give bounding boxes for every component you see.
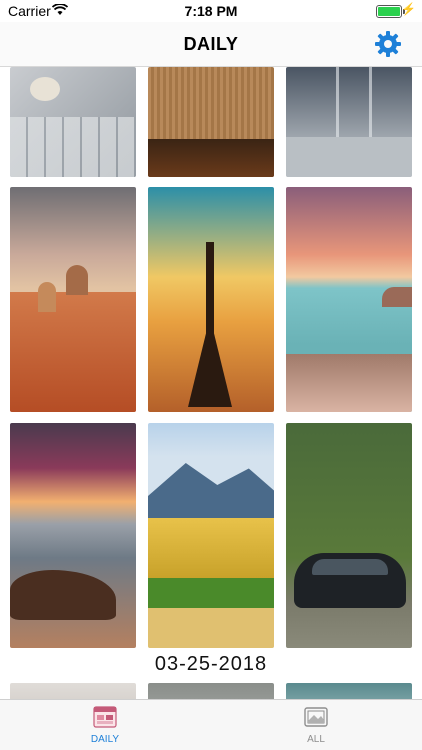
tab-bar: DAILY ALL	[0, 699, 422, 750]
battery-icon	[376, 5, 405, 18]
calendar-gallery-icon	[93, 706, 117, 728]
tab-all[interactable]: ALL	[256, 706, 376, 745]
photo-tile[interactable]	[10, 423, 136, 648]
photo-tile[interactable]	[10, 67, 136, 177]
tab-daily-label: DAILY	[90, 734, 120, 745]
gear-icon[interactable]	[374, 30, 402, 58]
photo-tile[interactable]	[286, 67, 412, 177]
page-title: DAILY	[183, 34, 239, 54]
tab-all-label: ALL	[307, 734, 325, 745]
photo-tile[interactable]	[148, 187, 274, 412]
photo-tile[interactable]	[148, 67, 274, 177]
date-label: 03-25-2018	[154, 653, 268, 675]
status-bar: Carrier 7:18 PM ⚡	[0, 0, 422, 22]
navigation-bar: DAILY	[0, 22, 422, 67]
photo-tile[interactable]	[148, 683, 274, 699]
photo-tile[interactable]	[286, 187, 412, 412]
clock: 7:18 PM	[184, 3, 238, 19]
photo-tile[interactable]	[286, 683, 412, 699]
photo-tile[interactable]	[10, 683, 136, 699]
photo-tile[interactable]	[10, 187, 136, 412]
photo-grid	[0, 67, 422, 699]
tab-daily[interactable]: DAILY	[45, 706, 165, 745]
photo-library-icon	[304, 706, 328, 728]
charging-icon: ⚡	[401, 2, 416, 16]
photo-tile[interactable]	[148, 423, 274, 648]
photo-tile[interactable]	[286, 423, 412, 648]
